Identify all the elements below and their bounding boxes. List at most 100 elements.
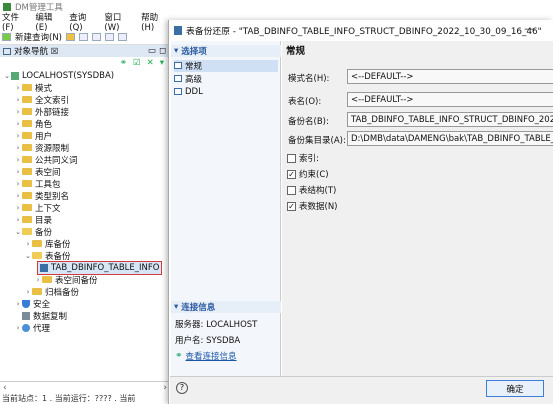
tree-item-schema[interactable]: › 模式 (14, 82, 52, 94)
tree-root-label: LOCALHOST(SYSDBA) (22, 70, 115, 81)
scroll-left-icon[interactable]: ‹ (3, 383, 7, 393)
tree-item-public-synonym[interactable]: › 公共同义词 (14, 154, 78, 166)
new-query-icon (2, 32, 11, 41)
select-items-header: ▾ 选择项 (171, 45, 281, 57)
constraint-checkbox[interactable]: ✓ 约束(C) (287, 168, 329, 180)
tree-item-security[interactable]: › 安全 (14, 298, 50, 310)
tree-item-tablespace-backup[interactable]: › 表空间备份 (34, 274, 98, 286)
minimize-icon[interactable]: ▭ (148, 46, 156, 56)
new-query-button[interactable]: 新建查询(N) (15, 31, 62, 43)
checkbox-box[interactable]: ✓ (287, 201, 296, 211)
navigator-menu-icon[interactable]: ▾ (160, 58, 164, 68)
folder-icon (22, 108, 32, 116)
navigator-connect-icon[interactable]: ⚭ (120, 58, 127, 68)
tree-item-label: 公共同义词 (35, 155, 78, 166)
tree-item-user[interactable]: › 用户 (14, 130, 52, 142)
navigator-hscrollbar[interactable]: ‹ › (0, 381, 170, 393)
checkbox-box[interactable] (287, 153, 296, 163)
expand-icon[interactable]: › (34, 276, 42, 284)
index-checkbox[interactable]: 索引: (287, 152, 319, 164)
collapse-icon[interactable]: ⌄ (24, 252, 32, 260)
expand-icon[interactable]: › (14, 204, 22, 212)
ok-button[interactable]: 确定 (486, 380, 544, 397)
folder-icon (22, 216, 32, 224)
tree-item-fulltext-index[interactable]: › 全文索引 (14, 94, 69, 106)
folder-open-icon (32, 252, 42, 260)
expand-icon[interactable]: › (14, 192, 22, 200)
user-info: 用户名: SYSDBA (175, 336, 241, 346)
tree-item-db-backup[interactable]: › 库备份 (24, 238, 71, 250)
expand-icon[interactable]: › (14, 132, 22, 140)
expand-icon[interactable]: › (14, 120, 22, 128)
paste-icon[interactable] (118, 32, 127, 41)
tree-item-package[interactable]: › 工具包 (14, 178, 61, 190)
scroll-right-icon[interactable]: › (163, 383, 167, 393)
tree-item-table-backup[interactable]: ⌄ 表备份 (24, 250, 70, 262)
tree-item-label: 工具包 (35, 179, 61, 190)
tree-item-label: 表空间 (35, 167, 61, 178)
tree-item-archive-backup[interactable]: › 归档备份 (24, 286, 79, 298)
save-all-icon[interactable] (92, 32, 101, 41)
section-title: 常规 (286, 46, 306, 57)
page-advanced[interactable]: 高级 (174, 73, 202, 85)
tree-item-label: 角色 (35, 119, 53, 130)
expand-icon[interactable]: › (14, 156, 22, 164)
tree-item-external-link[interactable]: › 外部链接 (14, 106, 69, 118)
chevron-down-icon: ▾ (174, 46, 179, 56)
dialog-minimize-icon[interactable]: — (524, 22, 535, 35)
folder-icon (22, 192, 32, 200)
navigator-header: 对象导航 ☒ ▭ ◻ (0, 45, 170, 57)
expand-icon[interactable]: › (14, 96, 22, 104)
backup-name-input[interactable]: TAB_DBINFO_TABLE_INFO_STRUCT_DBINFO_2022… (347, 112, 553, 127)
expand-icon[interactable]: › (14, 324, 22, 332)
checkbox-box[interactable]: ✓ (287, 169, 296, 179)
expand-icon[interactable]: › (14, 300, 22, 308)
connection-icon: ⚭ (175, 351, 183, 361)
folder-icon (22, 84, 32, 92)
tree-item-label: 外部链接 (35, 107, 70, 118)
table-data-checkbox[interactable]: ✓ 表数据(N) (287, 200, 338, 212)
table-name-label: 表名(O): (288, 97, 322, 107)
checkbox-label: 约束(C) (299, 170, 329, 180)
table-name-combo[interactable]: <--DEFAULT--> (347, 92, 553, 107)
schema-name-combo[interactable]: <--DEFAULT--> (347, 69, 553, 84)
tree-item-tablespace[interactable]: › 表空间 (14, 166, 61, 178)
expand-icon[interactable]: › (14, 84, 22, 92)
tree-item-table-backup-entry[interactable]: TAB_DBINFO_TABLE_INFO (37, 261, 162, 275)
backup-set-dir-input[interactable]: D:\DMB\data\DAMENG\bak\TAB_DBINFO_TABLE_… (347, 131, 553, 146)
maximize-icon[interactable]: ◻ (159, 46, 166, 56)
view-connection-link[interactable]: ⚭ 查看连接信息 (175, 350, 237, 362)
copy-icon[interactable] (105, 32, 114, 41)
tree-item-backup[interactable]: ⌄ 备份 (14, 226, 52, 238)
tree-root[interactable]: ⌄ LOCALHOST(SYSDBA) (3, 70, 114, 82)
open-icon[interactable] (66, 32, 75, 41)
collapse-icon[interactable]: ⌄ (3, 72, 11, 80)
tree-item-directory[interactable]: › 目录 (14, 214, 52, 226)
expand-icon[interactable]: › (14, 144, 22, 152)
tree-item-type-alias[interactable]: › 类型别名 (14, 190, 69, 202)
view-connection-label[interactable]: 查看连接信息 (186, 350, 237, 362)
expand-icon[interactable]: › (14, 168, 22, 176)
help-icon[interactable]: ? (176, 382, 188, 394)
tree-item-resource-limit[interactable]: › 资源限制 (14, 142, 69, 154)
expand-icon[interactable]: › (24, 288, 32, 296)
navigator-toolbar: ⚭ ☑ ✕ ▾ (0, 57, 170, 68)
expand-icon[interactable]: › (14, 108, 22, 116)
expand-icon[interactable]: › (14, 180, 22, 188)
page-general[interactable]: 常规 (174, 60, 278, 72)
navigator-close-icon[interactable]: ✕ (147, 58, 154, 68)
page-icon (174, 62, 182, 70)
collapse-icon[interactable]: ⌄ (14, 228, 22, 236)
checkbox-box[interactable] (287, 185, 296, 195)
tree-item-replication[interactable]: 数据复制 (14, 310, 67, 322)
navigator-filter-icon[interactable]: ☑ (133, 58, 141, 68)
table-structure-checkbox[interactable]: 表结构(T) (287, 184, 336, 196)
folder-icon (22, 120, 32, 128)
expand-icon[interactable]: › (14, 216, 22, 224)
tree-item-context[interactable]: › 上下文 (14, 202, 61, 214)
expand-icon[interactable]: › (24, 240, 32, 248)
save-icon[interactable] (79, 32, 88, 41)
tree-item-agent[interactable]: › 代理 (14, 322, 50, 334)
page-ddl[interactable]: DDL (174, 86, 203, 98)
tree-item-role[interactable]: › 角色 (14, 118, 52, 130)
